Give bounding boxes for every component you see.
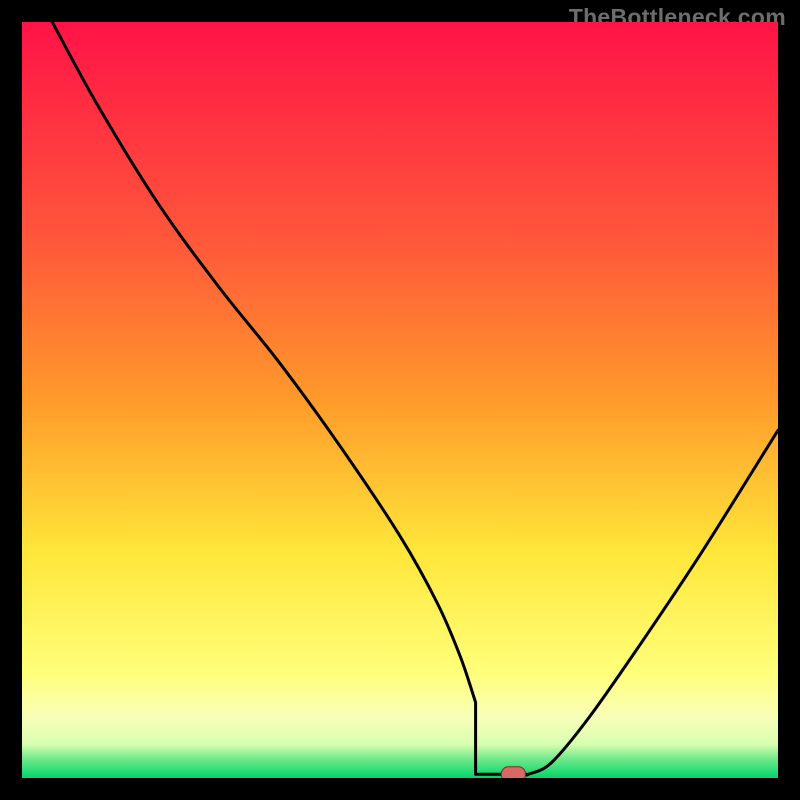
optimal-point-marker: [501, 767, 525, 778]
plot-area: [22, 22, 778, 778]
bottleneck-chart: [22, 22, 778, 778]
gradient-background: [22, 22, 778, 778]
chart-stage: TheBottleneck.com: [0, 0, 800, 800]
